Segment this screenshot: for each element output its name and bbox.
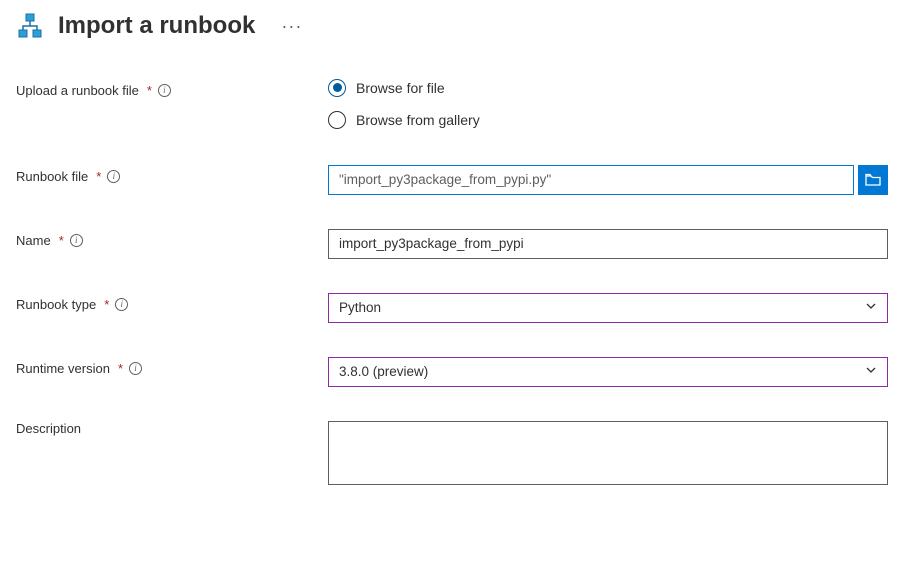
more-actions-button[interactable]: ··· [277,14,306,39]
info-icon[interactable]: i [129,362,142,375]
info-icon[interactable]: i [115,298,128,311]
radio-label: Browse for file [356,80,445,96]
label-text: Upload a runbook file [16,83,139,98]
file-browse-button[interactable] [858,165,888,195]
header: Import a runbook ··· [16,12,897,41]
label-runbook-file: Runbook file * i [16,165,328,184]
page-title: Import a runbook [58,12,255,41]
label-name: Name * i [16,229,328,248]
label-text: Runbook file [16,169,88,184]
upload-source-radio-group: Browse for file Browse from gallery [328,79,888,129]
runbook-type-select[interactable]: Python [328,293,888,323]
label-runbook-type: Runbook type * i [16,293,328,312]
row-upload-runbook: Upload a runbook file * i Browse for fil… [16,79,897,129]
required-asterisk: * [104,297,109,312]
label-text: Runtime version [16,361,110,376]
chevron-down-icon [865,300,877,315]
radio-indicator-selected [328,79,346,97]
label-text: Runbook type [16,297,96,312]
radio-browse-from-gallery[interactable]: Browse from gallery [328,111,888,129]
radio-label: Browse from gallery [356,112,480,128]
required-asterisk: * [59,233,64,248]
required-asterisk: * [96,169,101,184]
row-name: Name * i [16,229,897,259]
description-textarea[interactable] [328,421,888,485]
runtime-version-select[interactable]: 3.8.0 (preview) [328,357,888,387]
info-icon[interactable]: i [107,170,120,183]
required-asterisk: * [118,361,123,376]
label-description: Description [16,421,328,436]
radio-browse-for-file[interactable]: Browse for file [328,79,888,97]
row-runtime-version: Runtime version * i 3.8.0 (preview) [16,357,897,387]
label-text: Description [16,421,81,436]
label-upload-runbook: Upload a runbook file * i [16,79,328,98]
row-runbook-file: Runbook file * i "import_py3package_from… [16,165,897,195]
folder-icon [865,173,881,187]
label-runtime-version: Runtime version * i [16,357,328,376]
info-icon[interactable]: i [158,84,171,97]
select-value: Python [339,300,381,315]
name-input[interactable] [328,229,888,259]
info-icon[interactable]: i [70,234,83,247]
required-asterisk: * [147,83,152,98]
label-text: Name [16,233,51,248]
row-runbook-type: Runbook type * i Python [16,293,897,323]
runbook-hierarchy-icon [16,12,44,40]
chevron-down-icon [865,364,877,379]
radio-indicator-unselected [328,111,346,129]
row-description: Description [16,421,897,488]
runbook-file-display[interactable]: "import_py3package_from_pypi.py" [328,165,854,195]
select-value: 3.8.0 (preview) [339,364,428,379]
